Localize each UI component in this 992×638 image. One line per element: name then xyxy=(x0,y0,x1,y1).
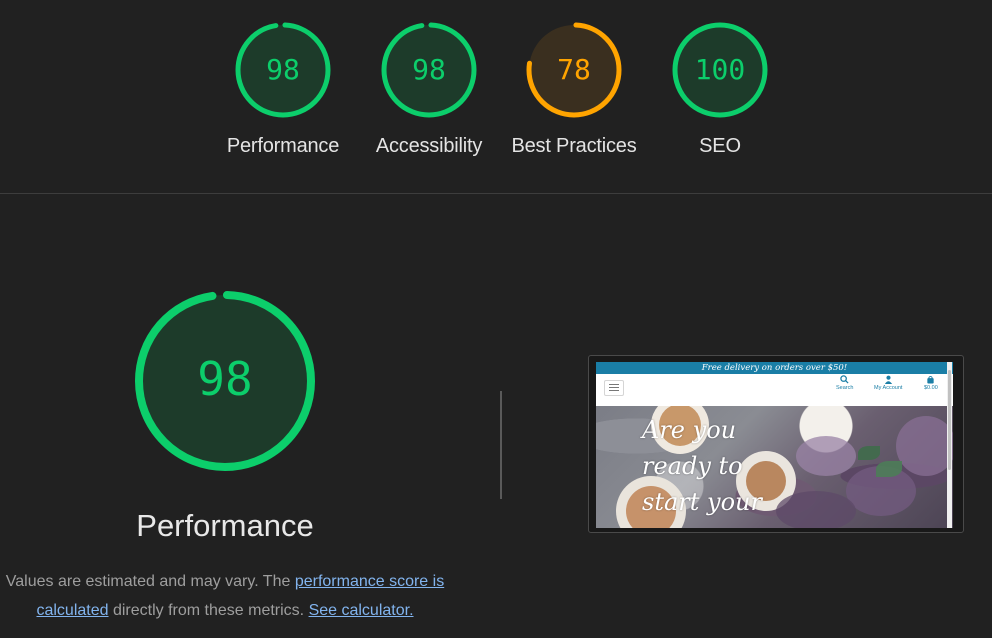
section-divider xyxy=(500,391,502,499)
nav-cart: $0.00 xyxy=(924,375,938,392)
gauge-accessibility[interactable]: 98 Accessibility xyxy=(356,20,502,158)
gauge-label: Best Practices xyxy=(511,135,637,157)
hero-line: start your xyxy=(642,488,762,516)
final-screenshot[interactable]: Free delivery on orders over $50! Search… xyxy=(588,355,964,533)
hero-headline: Are you ready to start your xyxy=(642,412,762,520)
hero-line: ready to xyxy=(642,452,743,480)
menu-icon xyxy=(604,380,624,396)
site-header: Search My Account $0.00 xyxy=(596,374,953,406)
promo-banner: Free delivery on orders over $50! xyxy=(596,362,953,374)
main-gauge-score: 98 xyxy=(197,352,252,406)
gauge-label: SEO xyxy=(699,135,741,157)
gauge-score: 78 xyxy=(557,53,591,86)
gauge-score: 98 xyxy=(412,53,446,86)
bag-icon xyxy=(927,375,935,384)
nav-search: Search xyxy=(836,375,853,392)
performance-description: Values are estimated and may vary. The p… xyxy=(0,567,450,625)
gauge-score: 100 xyxy=(695,53,746,86)
performance-main-gauge: 98 xyxy=(135,291,315,471)
search-icon xyxy=(840,375,849,384)
screenshot-page: Free delivery on orders over $50! Search… xyxy=(596,362,953,528)
gauge-accessibility-ring: 98 xyxy=(381,22,477,118)
gauge-performance[interactable]: 98 Performance xyxy=(210,20,356,158)
nav-account-label: My Account xyxy=(874,385,903,391)
nav-cart-label: $0.00 xyxy=(924,385,938,391)
gauge-performance-ring: 98 xyxy=(235,22,331,118)
gauge-seo-ring: 100 xyxy=(672,22,768,118)
gauge-best-practices[interactable]: 78 Best Practices xyxy=(501,20,647,158)
hero-line: Are you xyxy=(642,416,737,444)
category-gauges: 98 Performance 98 Accessibility 78 Best … xyxy=(0,0,992,194)
screenshot-scrollbar xyxy=(947,362,952,528)
description-text-middle: directly from these metrics. xyxy=(108,602,309,619)
description-text: Values are estimated and may vary. The xyxy=(5,573,295,590)
nav-search-label: Search xyxy=(836,385,854,391)
gauge-best-practices-ring: 78 xyxy=(526,22,622,118)
user-icon xyxy=(884,375,892,384)
gauge-score: 98 xyxy=(266,53,300,86)
gauge-label: Performance xyxy=(226,135,340,157)
gauge-seo[interactable]: 100 SEO xyxy=(647,20,793,158)
nav-account: My Account xyxy=(874,375,902,392)
hero-image: Are you ready to start your xyxy=(596,406,953,528)
gauge-label: Accessibility xyxy=(375,135,483,157)
performance-title: Performance xyxy=(136,508,314,543)
see-calculator-link[interactable]: See calculator. xyxy=(309,602,414,619)
